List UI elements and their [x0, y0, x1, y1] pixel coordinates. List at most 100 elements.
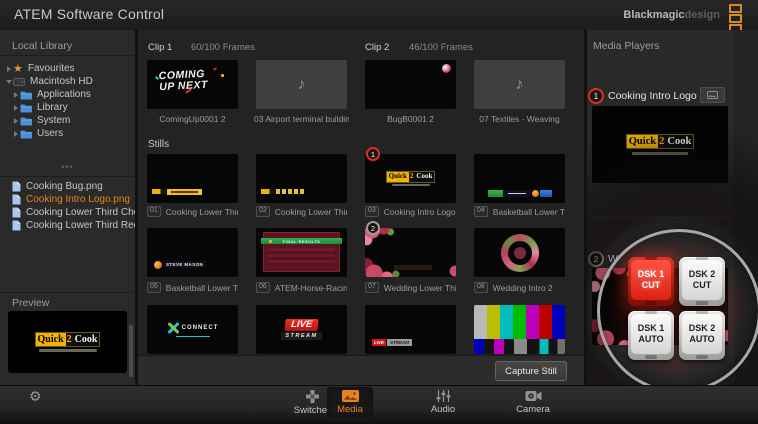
media-player1-media-type-button[interactable]: [700, 87, 725, 103]
logo-tagline: [39, 349, 97, 352]
image-icon: [707, 91, 718, 99]
tree-item-system[interactable]: System: [0, 114, 129, 127]
media-icon: [342, 390, 359, 402]
basketball-lower-third-art: STEVE MASON: [147, 228, 238, 277]
still-thumbnail-05[interactable]: STEVE MASON: [147, 228, 238, 277]
app-title: ATEM Software Control: [14, 6, 164, 22]
folder-icon: [20, 129, 32, 139]
still-thumbnail-11[interactable]: LIVESTREAM: [365, 305, 456, 354]
quick2cook-logo: Quick2Cook: [626, 134, 695, 150]
divider: [592, 217, 730, 218]
library-tree: ★ Favourites Macintosh HD Applications L…: [0, 62, 129, 140]
media-player1-thumbnail[interactable]: Quick2Cook: [592, 106, 728, 183]
folder-icon: [20, 116, 32, 126]
tree-item-favourites[interactable]: ★ Favourites: [0, 62, 129, 75]
tab-audio[interactable]: Audio: [419, 387, 467, 417]
left-panel-scrollbar[interactable]: [129, 325, 133, 377]
still-label: 08Wedding Intro 2: [474, 282, 565, 293]
wedding-wreath-art: [474, 228, 565, 277]
color-bars-art: [474, 305, 565, 354]
chevron-right-icon[interactable]: [4, 66, 13, 72]
file-item-selected[interactable]: Cooking Intro Logo.png: [0, 193, 135, 206]
clip-thumb-label: 07 Textiles - Weaving: [472, 114, 567, 124]
chevron-right-icon[interactable]: [11, 92, 20, 98]
tab-media-active[interactable]: Media: [327, 387, 373, 417]
image-file-icon: [12, 207, 21, 218]
chevron-right-icon[interactable]: [11, 105, 20, 111]
media-player1-label: Cooking Intro Logo 2: [608, 90, 705, 102]
still-thumbnail-07[interactable]: 2: [365, 228, 456, 277]
still-label: 01Cooking Lower Third...: [147, 206, 238, 217]
live-stream-art: LIVESTREAM: [256, 305, 347, 354]
still-thumbnail-09[interactable]: CONNECT: [147, 305, 238, 354]
chevron-right-icon[interactable]: [11, 118, 20, 124]
camera-icon: [525, 390, 542, 402]
still-thumbnail-03[interactable]: 1 Quick2Cook: [365, 154, 456, 203]
cooking-lower-third-art: [147, 154, 238, 203]
horse-racing-results-art: FINAL RESULTS: [256, 228, 347, 277]
tree-item-applications[interactable]: Applications: [0, 88, 129, 101]
dsk-1-auto-button[interactable]: DSK 1AUTO: [628, 311, 674, 360]
still-thumbnail-12[interactable]: [474, 305, 565, 354]
media-players-header: Media Players: [593, 40, 660, 52]
preview-image: Quick2Cook: [8, 311, 127, 373]
image-file-icon: [12, 181, 21, 192]
tree-item-macintosh-hd[interactable]: Macintosh HD: [0, 75, 129, 88]
file-item[interactable]: Cooking Lower Third Recipe.p...: [0, 219, 135, 232]
chevron-right-icon[interactable]: [11, 131, 20, 137]
clip2-video-thumbnail[interactable]: [365, 60, 456, 109]
still-label: 06ATEM-Horse-Racing-...: [256, 282, 347, 293]
capture-still-button[interactable]: Capture Still: [495, 361, 567, 381]
panel-resize-handle[interactable]: •••: [0, 164, 135, 174]
file-item[interactable]: Cooking Bug.png: [0, 180, 135, 193]
tree-item-users[interactable]: Users: [0, 127, 129, 140]
x-logo-icon: [167, 322, 179, 334]
dsk-2-cut-button[interactable]: DSK 2CUT: [679, 257, 725, 306]
divider: [0, 55, 135, 56]
drive-icon: [13, 77, 25, 87]
dsk-2-auto-button[interactable]: DSK 2AUTO: [679, 311, 725, 360]
library-file-list: Cooking Bug.png Cooking Intro Logo.png C…: [0, 180, 135, 232]
clip2-audio-thumbnail[interactable]: ♪: [474, 60, 565, 109]
clip2-frames: 46/100 Frames: [409, 42, 473, 53]
cooking-lower-third-art: [256, 154, 347, 203]
clip-thumb-label: BugB0001 2: [363, 114, 458, 124]
media-player2-label: W: [608, 253, 618, 265]
still-thumbnail-01[interactable]: [147, 154, 238, 203]
still-thumbnail-02[interactable]: [256, 154, 347, 203]
clips-headers: Clip 1 60/100 Frames Clip 2 46/100 Frame…: [147, 42, 584, 53]
folder-icon: [20, 90, 32, 100]
still-thumbnail-10[interactable]: LIVESTREAM: [256, 305, 347, 354]
blackmagic-squares-icon: [729, 4, 742, 33]
chevron-down-icon[interactable]: [4, 80, 13, 84]
image-file-icon: [12, 194, 21, 205]
atem-software-control-window: ATEM Software Control Blackmagicdesign L…: [0, 0, 758, 424]
still-label: 07Wedding Lower Thir...: [365, 282, 456, 293]
tree-item-library[interactable]: Library: [0, 101, 129, 114]
still-thumbnail-06[interactable]: FINAL RESULTS: [256, 228, 347, 277]
file-item[interactable]: Cooking Lower Third Chef.png: [0, 206, 135, 219]
dsk-1-cut-button[interactable]: DSK 1CUT: [628, 257, 674, 306]
quick2cook-logo: Quick2Cook: [35, 332, 101, 347]
right-panel-edge: [734, 30, 758, 385]
clip1-audio-thumbnail[interactable]: ♪: [256, 60, 347, 109]
basketball-scoreboard-art: [474, 154, 565, 203]
local-library-header: Local Library: [12, 40, 72, 52]
coming-up-next-art: COMINGUP NEXT: [147, 60, 238, 109]
live-stream-corner-art: LIVESTREAM: [365, 305, 456, 354]
divider: [0, 176, 135, 177]
still-thumbnail-08[interactable]: [474, 228, 565, 277]
media-player1-on-air-badge: 1: [588, 88, 604, 104]
divider: [0, 292, 135, 293]
tab-camera[interactable]: Camera: [504, 387, 562, 417]
preview-header: Preview: [12, 297, 49, 309]
clip1-video-thumbnail[interactable]: COMINGUP NEXT: [147, 60, 238, 109]
clip-thumb-label: ComingUp0001 2: [145, 114, 240, 124]
star-icon: ★: [13, 64, 23, 74]
on-air-badge: 1: [366, 147, 380, 161]
music-note-icon: ♪: [474, 60, 565, 109]
settings-gear-icon[interactable]: ⚙: [29, 388, 42, 404]
capture-strip: Capture Still: [138, 355, 584, 386]
bottom-navigation-bar: ⚙ Switcher Media Audio Camera: [0, 385, 758, 424]
still-thumbnail-04[interactable]: [474, 154, 565, 203]
